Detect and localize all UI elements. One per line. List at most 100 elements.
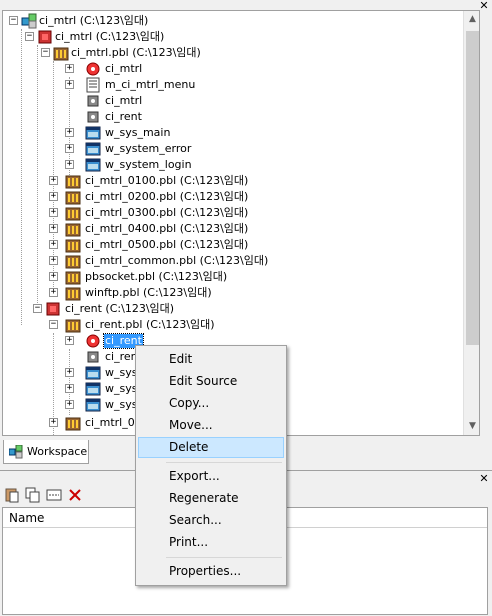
window-icon [85, 141, 101, 157]
tree-vertical-scrollbar[interactable]: ▲ ▼ [463, 11, 479, 435]
expand-toggle[interactable]: + [49, 240, 58, 249]
menu-item-properties[interactable]: Properties... [138, 561, 284, 582]
menu-item-regenerate[interactable]: Regenerate [138, 488, 284, 509]
window-icon [85, 365, 101, 381]
delete-x-icon [68, 488, 81, 501]
expand-toggle[interactable]: + [49, 176, 58, 185]
window-icon [85, 125, 101, 141]
library-icon [65, 237, 81, 253]
library-icon [53, 45, 69, 61]
scroll-up-arrow-icon[interactable]: ▲ [464, 11, 479, 28]
library-icon [65, 253, 81, 269]
tree-node-label: w_system_error [105, 142, 192, 155]
tree-node-label: w_system_login [105, 158, 192, 171]
tree-connector [37, 45, 38, 309]
tree-node-label: ci_mtrl.pbl (C:\123\임대) [71, 46, 201, 59]
collapse-toggle[interactable]: − [33, 304, 42, 313]
tree-node-label: ci_mtrl (C:\123\임대) [39, 14, 149, 27]
expand-toggle[interactable]: + [65, 80, 74, 89]
library-icon [65, 317, 81, 333]
target-icon [45, 301, 61, 317]
copy-icon [25, 487, 39, 502]
expand-toggle[interactable]: + [49, 208, 58, 217]
expand-toggle[interactable]: + [49, 418, 58, 427]
powerbuilder-workspace: ✕ − ci_mtrl (C:\123\임대) − ci_mtrl (C:\12… [0, 0, 492, 616]
output-pane-close-icon[interactable]: ✕ [478, 473, 490, 485]
menu-item-search[interactable]: Search... [138, 510, 284, 531]
select-all-icon [46, 489, 61, 500]
copy-button[interactable] [23, 485, 42, 504]
expand-toggle[interactable]: + [49, 272, 58, 281]
library-icon [65, 285, 81, 301]
tree-node-label: ci_mtrl_0400.pbl (C:\123\임대) [85, 222, 249, 235]
tree-node-label: w_sys_main [105, 126, 171, 139]
clear-button[interactable] [65, 485, 84, 504]
project-icon [85, 109, 101, 125]
tree-node-label: ci_rent.pbl (C:\123\임대) [85, 318, 215, 331]
tree-node-label: ci_mtrl_0500.pbl (C:\123\임대) [85, 238, 249, 251]
menu-item-delete[interactable]: Delete [138, 437, 284, 458]
expand-toggle[interactable]: + [65, 368, 74, 377]
tree-node-label: ci_mtrl_0200.pbl (C:\123\임대) [85, 190, 249, 203]
project-icon [85, 349, 101, 365]
tree-node-label: pbsocket.pbl (C:\123\임대) [85, 270, 228, 283]
tree-node-label: winftp.pbl (C:\123\임대) [85, 286, 212, 299]
library-icon [65, 415, 81, 431]
tree-node-label: ci_mtrl_0100.pbl (C:\123\임대) [85, 174, 249, 187]
tree-node-label: ci_rent (C:\123\임대) [65, 302, 175, 315]
tab-workspace[interactable]: Workspace [3, 440, 89, 464]
library-icon [65, 173, 81, 189]
collapse-toggle[interactable]: − [49, 320, 58, 329]
tree-node-label: m_ci_mtrl_menu [105, 78, 196, 91]
target-icon [37, 29, 53, 45]
column-name-label: Name [9, 511, 45, 525]
tree-node-label: ci_mtrl (C:\123\임대) [55, 30, 165, 43]
menu-item-move[interactable]: Move... [138, 415, 284, 436]
window-icon [85, 397, 101, 413]
library-icon [65, 269, 81, 285]
library-icon [65, 221, 81, 237]
expand-toggle[interactable]: + [65, 144, 74, 153]
expand-toggle[interactable]: + [65, 336, 74, 345]
scroll-down-arrow-icon[interactable]: ▼ [464, 418, 479, 435]
menu-item-export[interactable]: Export... [138, 466, 284, 487]
menu-icon [85, 77, 101, 93]
menu-item-print[interactable]: Print... [138, 532, 284, 553]
tree-node-label: ci_mtrl_0300.pbl (C:\123\임대) [85, 206, 249, 219]
application-icon [85, 61, 101, 77]
expand-toggle[interactable]: + [49, 288, 58, 297]
workspace-tab-icon [9, 444, 23, 458]
paste-button[interactable] [2, 485, 21, 504]
menu-item-edit[interactable]: Edit [138, 349, 284, 370]
paste-icon [5, 488, 18, 502]
collapse-toggle[interactable]: − [41, 48, 50, 57]
tree-node-label: ci_rent [105, 110, 142, 123]
collapse-toggle[interactable]: − [25, 32, 34, 41]
collapse-toggle[interactable]: − [9, 16, 18, 25]
menu-item-edit-source[interactable]: Edit Source [138, 371, 284, 392]
context-menu: Edit Edit Source Copy... Move... Delete … [135, 345, 287, 586]
workspace-icon [21, 13, 37, 29]
expand-toggle[interactable]: + [65, 64, 74, 73]
output-toolbar [2, 485, 84, 505]
scroll-thumb[interactable] [466, 31, 479, 345]
select-all-button[interactable] [44, 485, 63, 504]
tree-node-label: ci_mtrl [105, 94, 143, 107]
expand-toggle[interactable]: + [65, 400, 74, 409]
tab-label: Workspace [27, 445, 88, 458]
window-icon [85, 157, 101, 173]
tree-node-label: ci_mtrl [105, 62, 143, 75]
expand-toggle[interactable]: + [49, 224, 58, 233]
tree-node-label: ci_mtrl_common.pbl (C:\123\임대) [85, 254, 269, 267]
menu-separator [166, 557, 282, 558]
library-icon [65, 189, 81, 205]
expand-toggle[interactable]: + [49, 192, 58, 201]
expand-toggle[interactable]: + [49, 256, 58, 265]
menu-separator [166, 462, 282, 463]
expand-toggle[interactable]: + [65, 160, 74, 169]
expand-toggle[interactable]: + [65, 128, 74, 137]
expand-toggle[interactable]: + [65, 384, 74, 393]
library-icon [65, 205, 81, 221]
menu-item-copy[interactable]: Copy... [138, 393, 284, 414]
window-icon [85, 381, 101, 397]
